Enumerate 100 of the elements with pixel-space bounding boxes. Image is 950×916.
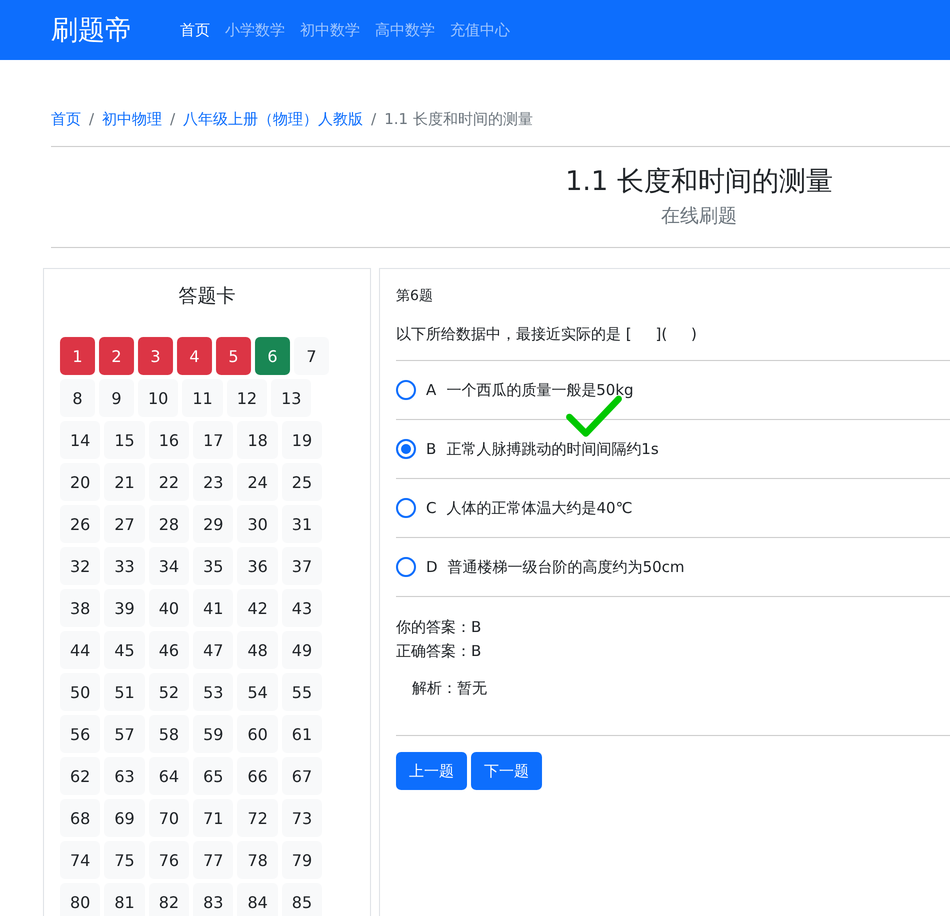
question-number-button[interactable]: 79	[282, 841, 322, 879]
question-number-button[interactable]: 67	[282, 757, 322, 795]
question-number-button[interactable]: 11	[182, 379, 223, 417]
question-number-button[interactable]: 73	[282, 799, 322, 837]
question-number-button[interactable]: 85	[282, 883, 322, 916]
question-number-button[interactable]: 23	[193, 463, 234, 501]
question-number-button[interactable]: 57	[104, 715, 145, 753]
question-number-button[interactable]: 20	[60, 463, 100, 501]
question-number-button[interactable]: 48	[237, 631, 278, 669]
question-number-button[interactable]: 78	[237, 841, 278, 879]
nav-button[interactable]: 下一题	[471, 752, 542, 790]
question-number-button[interactable]: 56	[60, 715, 100, 753]
radio-button[interactable]	[396, 439, 416, 459]
question-number-button[interactable]: 39	[104, 589, 145, 627]
question-number-button[interactable]: 4	[177, 337, 212, 375]
question-number-button[interactable]: 84	[237, 883, 278, 916]
breadcrumb-link[interactable]: 初中物理	[102, 110, 162, 129]
question-number-button[interactable]: 30	[237, 505, 278, 543]
question-number-button[interactable]: 50	[60, 673, 100, 711]
question-number-button[interactable]: 66	[237, 757, 278, 795]
question-number-button[interactable]: 17	[193, 421, 234, 459]
question-number-button[interactable]: 21	[104, 463, 145, 501]
question-number-button[interactable]: 37	[282, 547, 322, 585]
nav-link[interactable]: 首页	[180, 20, 210, 40]
question-number-button[interactable]: 1	[60, 337, 95, 375]
question-number-button[interactable]: 29	[193, 505, 234, 543]
question-number-button[interactable]: 70	[148, 799, 190, 837]
breadcrumb-link[interactable]: 首页	[51, 110, 81, 129]
question-number-button[interactable]: 25	[282, 463, 322, 501]
question-number-button[interactable]: 47	[193, 631, 234, 669]
question-number-button[interactable]: 32	[60, 547, 100, 585]
question-number-button[interactable]: 59	[193, 715, 234, 753]
question-number-button[interactable]: 19	[282, 421, 322, 459]
question-number-button[interactable]: 24	[237, 463, 278, 501]
question-number-button[interactable]: 68	[60, 799, 100, 837]
question-number-button[interactable]: 69	[104, 799, 145, 837]
question-number-button[interactable]: 16	[148, 421, 190, 459]
question-number-button[interactable]: 74	[60, 841, 100, 879]
question-number-button[interactable]: 77	[193, 841, 234, 879]
question-number: 第6题	[396, 287, 434, 305]
breadcrumb-link[interactable]: 八年级上册（物理）人教版	[183, 110, 364, 129]
question-number-button[interactable]: 81	[104, 883, 145, 916]
question-number-button[interactable]: 34	[148, 547, 190, 585]
option-letter: A	[426, 381, 436, 399]
question-number-button[interactable]: 51	[104, 673, 145, 711]
question-number-button[interactable]: 7	[294, 337, 329, 375]
question-number-button[interactable]: 26	[60, 505, 100, 543]
question-number-button[interactable]: 52	[148, 673, 190, 711]
question-number-button[interactable]: 43	[282, 589, 322, 627]
question-number-button[interactable]: 60	[237, 715, 278, 753]
question-number-button[interactable]: 45	[104, 631, 145, 669]
nav-button[interactable]: 上一题	[396, 752, 467, 790]
question-number-button[interactable]: 3	[138, 337, 173, 375]
analysis-text: 解析：暂无	[412, 679, 487, 697]
question-number-button[interactable]: 9	[99, 379, 134, 417]
question-number-button[interactable]: 6	[255, 337, 290, 375]
question-number-button[interactable]: 61	[282, 715, 322, 753]
question-number-button[interactable]: 41	[193, 589, 234, 627]
question-number-button[interactable]: 22	[148, 463, 190, 501]
radio-button[interactable]	[396, 380, 416, 400]
question-number-button[interactable]: 83	[193, 883, 234, 916]
question-number-button[interactable]: 76	[148, 841, 190, 879]
question-number-button[interactable]: 55	[282, 673, 322, 711]
question-number-button[interactable]: 54	[237, 673, 278, 711]
question-number-button[interactable]: 27	[104, 505, 145, 543]
question-number-button[interactable]: 15	[104, 421, 145, 459]
question-number-button[interactable]: 62	[60, 757, 100, 795]
question-number-button[interactable]: 2	[99, 337, 134, 375]
question-number-button[interactable]: 53	[193, 673, 234, 711]
question-number-button[interactable]: 58	[148, 715, 190, 753]
question-number-button[interactable]: 42	[237, 589, 278, 627]
question-number-button[interactable]: 8	[60, 379, 95, 417]
question-number-button[interactable]: 65	[193, 757, 234, 795]
question-number-button[interactable]: 35	[193, 547, 234, 585]
radio-button[interactable]	[396, 498, 416, 518]
question-number-button[interactable]: 28	[148, 505, 190, 543]
question-number-button[interactable]: 64	[148, 757, 190, 795]
question-number-button[interactable]: 36	[237, 547, 278, 585]
question-number-button[interactable]: 10	[138, 379, 178, 417]
brand-logo[interactable]: 刷题帝	[51, 12, 132, 48]
question-number-button[interactable]: 18	[237, 421, 278, 459]
question-number-button[interactable]: 12	[226, 379, 268, 417]
question-number-button[interactable]: 63	[104, 757, 145, 795]
question-number-button[interactable]: 80	[60, 883, 100, 916]
question-number-button[interactable]: 33	[104, 547, 145, 585]
radio-button[interactable]	[396, 557, 416, 577]
question-number-button[interactable]: 13	[271, 379, 312, 417]
question-number-button[interactable]: 71	[193, 799, 234, 837]
question-number-button[interactable]: 75	[104, 841, 145, 879]
question-number-button[interactable]: 31	[282, 505, 322, 543]
question-number-button[interactable]: 38	[60, 589, 100, 627]
question-number-button[interactable]: 72	[237, 799, 278, 837]
question-number-button[interactable]: 49	[282, 631, 322, 669]
question-number-button[interactable]: 46	[148, 631, 190, 669]
question-number-button[interactable]: 5	[216, 337, 251, 375]
question-number-button[interactable]: 14	[60, 421, 100, 459]
question-number-button[interactable]: 82	[148, 883, 190, 916]
correct-answer: 正确答案：B	[396, 641, 482, 662]
question-number-button[interactable]: 44	[60, 631, 100, 669]
question-number-button[interactable]: 40	[148, 589, 190, 627]
